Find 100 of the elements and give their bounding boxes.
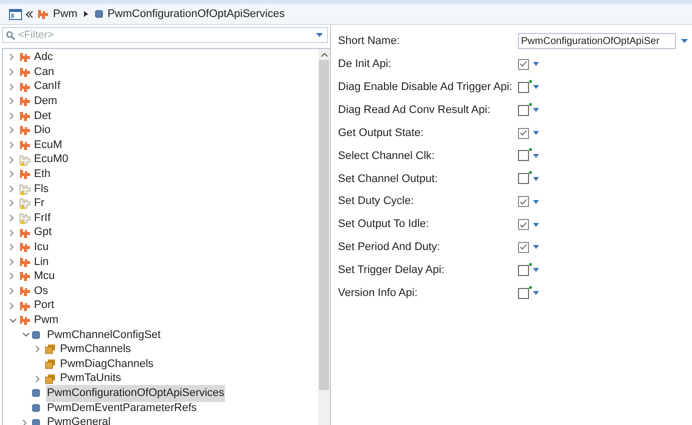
search-icon	[6, 30, 15, 40]
window-icon[interactable]	[9, 8, 22, 20]
container-icon	[32, 330, 40, 339]
tree-item[interactable]: PwmConfigurationOfOptApiServices	[46, 385, 226, 402]
plugin-icon	[19, 138, 31, 151]
dropdown-arrow-icon[interactable]	[681, 39, 688, 44]
dropdown-arrow-icon[interactable]	[533, 245, 539, 250]
stacked-boxes-icon	[45, 359, 56, 370]
checkbox[interactable]	[518, 128, 529, 138]
field-label: Set Duty Cycle:	[338, 194, 415, 210]
scrollbar-thumb[interactable]	[319, 60, 329, 390]
breadcrumb-item[interactable]: PwmConfigurationOfOptApiServices	[107, 6, 285, 22]
plugin-icon	[19, 95, 31, 108]
field-label: Diag Enable Disable Ad Trigger Api:	[338, 80, 514, 95]
plugin-icon	[19, 314, 31, 326]
tree-item[interactable]: Eth	[33, 166, 52, 182]
tree-item[interactable]: Adc	[33, 49, 54, 66]
field-label: De Init Api:	[338, 57, 392, 72]
tree-item[interactable]: PwmChannelConfigSet	[46, 326, 162, 344]
check-icon	[520, 244, 527, 250]
field-label: Version Info Api:	[338, 286, 418, 301]
checkbox[interactable]	[518, 219, 529, 230]
checkbox[interactable]	[518, 288, 529, 299]
plugin-warning-icon	[19, 212, 31, 224]
tree-item[interactable]: PwmGeneral	[46, 414, 112, 425]
tree-item[interactable]: PwmDiagChannels	[59, 356, 155, 372]
plugin-icon	[19, 241, 31, 254]
tree-item[interactable]: Port	[33, 297, 56, 314]
plugin-icon	[19, 300, 31, 312]
back-arrows-icon[interactable]	[26, 10, 33, 18]
tree-item[interactable]: Can	[33, 64, 56, 80]
field-label: Set Output To Idle:	[338, 217, 430, 232]
field-label: Get Output State:	[338, 126, 425, 141]
tree-item[interactable]: FrIf	[33, 210, 52, 226]
tree-item[interactable]: EcuM0	[33, 151, 70, 168]
check-icon	[520, 130, 527, 136]
dropdown-arrow-icon[interactable]	[533, 108, 539, 112]
tree-item[interactable]: Fls	[33, 180, 50, 198]
field-label: Diag Read Ad Conv Result Api:	[338, 102, 492, 118]
tree-item[interactable]: Lin	[33, 254, 50, 270]
scrollbar[interactable]	[318, 49, 330, 425]
plugin-icon	[19, 110, 31, 122]
checkbox[interactable]	[518, 173, 529, 184]
tree-item[interactable]: Fr	[33, 195, 46, 212]
tree-item[interactable]: Icu	[33, 238, 50, 256]
plugin-icon	[19, 270, 31, 282]
field-label: Set Period And Duty:	[338, 240, 442, 256]
checkbox[interactable]	[518, 58, 529, 70]
plugin-icon	[37, 8, 49, 20]
plugin-warning-icon	[19, 154, 31, 166]
dropdown-arrow-icon[interactable]	[533, 85, 539, 90]
dropdown-arrow-icon[interactable]	[533, 222, 539, 227]
plugin-icon	[19, 66, 31, 78]
plugin-icon	[19, 168, 31, 180]
tree-item[interactable]: CanIf	[33, 78, 62, 95]
container-icon	[95, 10, 104, 18]
dropdown-arrow-icon[interactable]	[533, 131, 539, 135]
tree-item[interactable]: EcuM	[33, 136, 64, 154]
checkbox[interactable]	[518, 82, 529, 93]
dropdown-arrow-icon[interactable]	[533, 176, 539, 181]
check-icon	[520, 198, 527, 205]
tree-item[interactable]: Det	[33, 108, 52, 124]
checkbox[interactable]	[518, 104, 529, 116]
stacked-boxes-icon	[45, 344, 56, 354]
dropdown-arrow-icon[interactable]	[533, 200, 539, 204]
tree-item[interactable]: PwmDemEventParameterRefs	[46, 400, 198, 416]
field-label: Set Channel Output:	[338, 172, 439, 187]
check-icon	[520, 222, 527, 228]
dropdown-arrow-icon[interactable]	[533, 268, 539, 272]
checkbox[interactable]	[518, 150, 529, 162]
plugin-icon	[19, 51, 31, 64]
plugin-icon	[19, 285, 31, 298]
tree-item[interactable]: Mcu	[33, 268, 56, 285]
stacked-boxes-icon	[45, 374, 56, 384]
field-label: Select Channel Clk:	[338, 148, 436, 164]
field-label: Set Trigger Delay Api:	[338, 263, 446, 278]
tree-item[interactable]: Gpt	[33, 224, 53, 241]
separator-arrow-icon	[84, 11, 88, 17]
plugin-icon	[19, 80, 31, 93]
breadcrumb-item[interactable]: Pwm	[53, 6, 78, 22]
checkbox[interactable]	[518, 242, 529, 253]
tree-item[interactable]: Dem	[33, 92, 58, 110]
tree-item[interactable]: Os	[33, 282, 50, 300]
filter-field[interactable]: <Filter>	[2, 27, 328, 43]
tree-item[interactable]: PwmChannels	[59, 341, 132, 358]
short-name-field[interactable]: PwmConfigurationOfOptApiSer	[518, 33, 676, 50]
tree-item[interactable]: PwmTaUnits	[59, 370, 122, 387]
plugin-icon	[19, 256, 31, 268]
dropdown-arrow-icon[interactable]	[533, 62, 539, 66]
tree-item[interactable]: Dio	[33, 122, 52, 139]
plugin-icon	[19, 124, 31, 136]
tree-item[interactable]: Pwm	[33, 312, 60, 329]
plugin-icon	[19, 226, 31, 239]
checkbox[interactable]	[518, 264, 529, 276]
dropdown-arrow-icon[interactable]	[533, 291, 539, 296]
field-label: Short Name:	[338, 34, 401, 50]
plugin-warning-icon	[19, 182, 31, 195]
checkbox[interactable]	[518, 196, 529, 208]
dropdown-arrow-icon[interactable]	[316, 33, 323, 37]
dropdown-arrow-icon[interactable]	[533, 154, 539, 158]
